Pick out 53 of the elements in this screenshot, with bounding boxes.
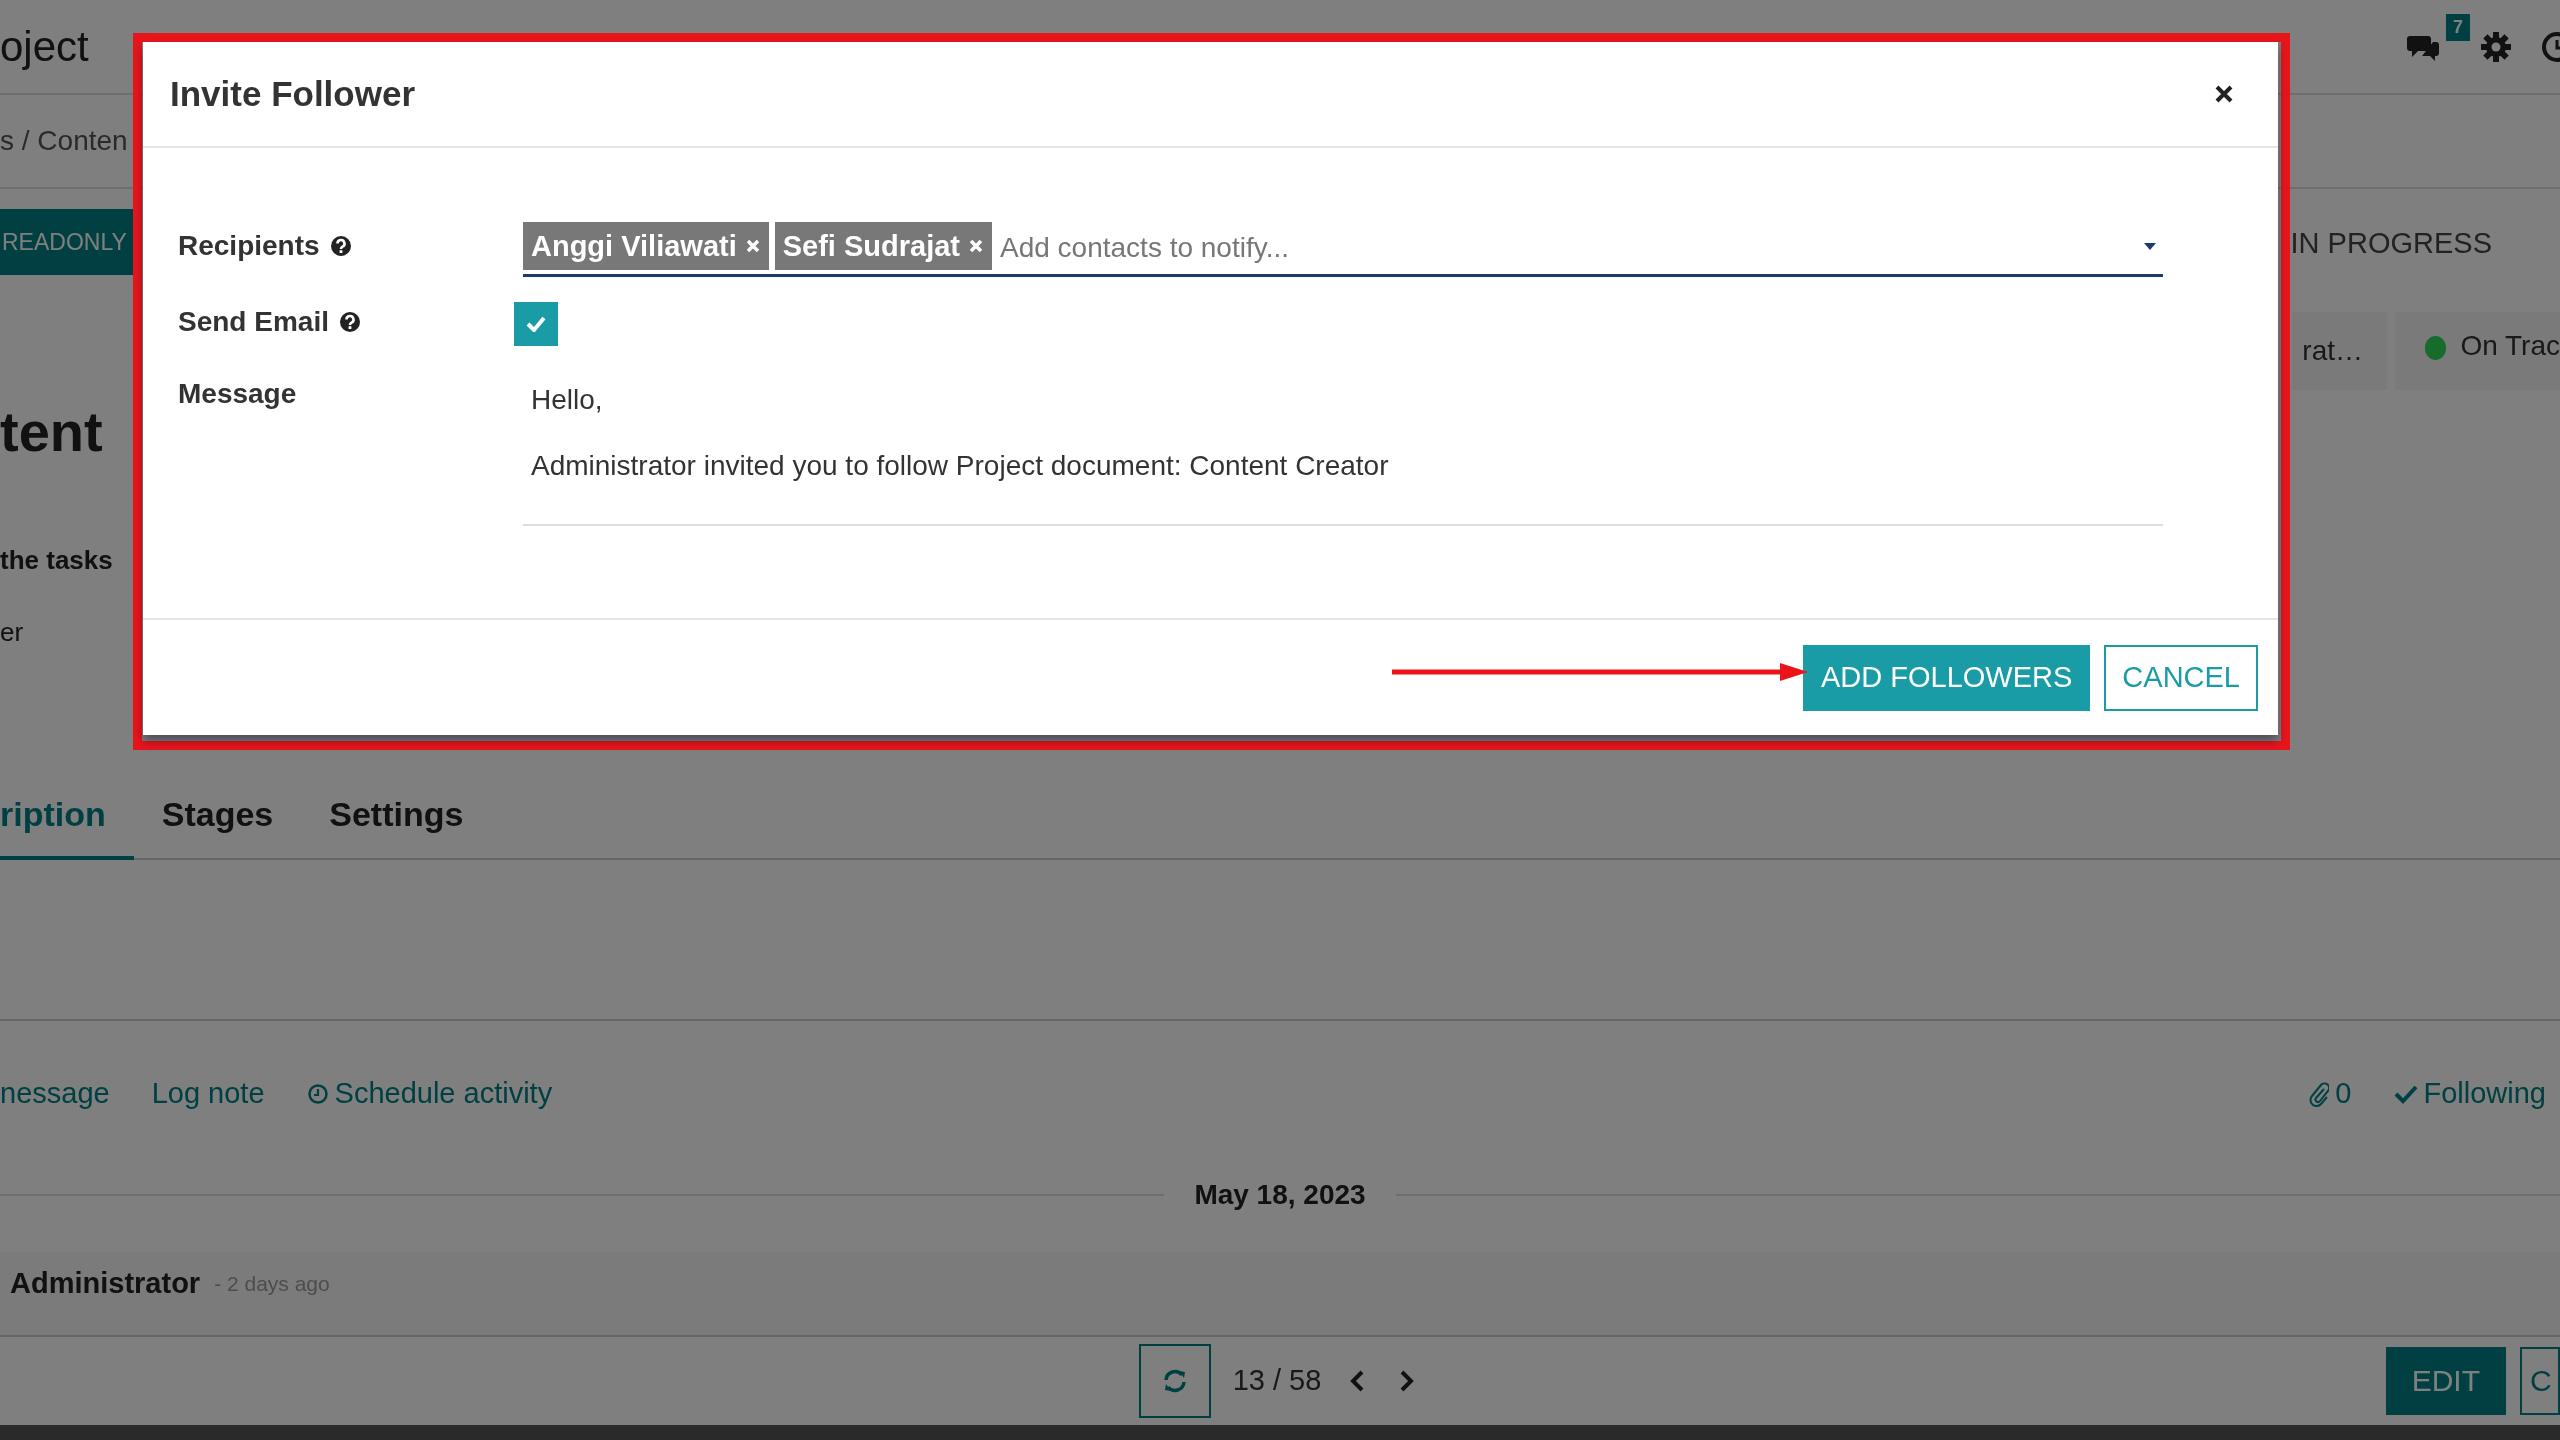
stat-button[interactable]: rat… [2292,312,2387,391]
message-author: Administrator [10,1267,201,1301]
stage-step[interactable]: IN PROGRESS [2290,227,2492,261]
breadcrumb[interactable]: s / Conten [0,125,128,157]
chatter-link[interactable]: Schedule activity [306,1077,553,1111]
cancel-button[interactable]: CANCEL [2104,644,2258,711]
chatter-link[interactable]: Log note [151,1077,265,1111]
message-paragraph: Administrator invited you to follow Project document: Content Creator [531,449,1390,483]
chatter-link[interactable]: nessage [0,1077,110,1111]
clock-icon [2540,29,2560,64]
message-paragraph: Hello, [531,383,604,417]
pager-value: 13 / 58 [1232,1364,1322,1398]
tag-label: Anggi Viliawati [531,229,737,263]
status-button[interactable]: On Trac [2395,312,2560,391]
field-label: er [0,616,24,650]
send-email-checkbox[interactable] [514,302,558,346]
settings-icon [2480,30,2512,63]
remove-icon [744,238,761,254]
chevron-right-icon [1399,1368,1416,1393]
field-label: Recipients [178,230,320,262]
remove-icon [968,238,984,254]
app-title: oject [0,22,89,71]
dropdown-icon [2143,241,2157,251]
clock-icon [306,1083,329,1105]
close-icon [2214,84,2234,104]
message-editor[interactable]: Hello, Administrator invited you to follow Project document: Content Creator [523,374,2163,526]
check-icon [526,316,546,332]
following-link[interactable]: Following [2393,1077,2546,1111]
form-button[interactable]: C [2520,1346,2560,1415]
dialog-title: Invite Follower [170,74,416,114]
paperclip-icon [2309,1081,2330,1107]
attachments-link[interactable]: 0 [2309,1077,2352,1111]
edit-button[interactable]: EDIT [2385,1346,2506,1415]
chevron-left-icon [1349,1368,1366,1393]
notification-badge: 7 [2446,13,2470,41]
tab[interactable]: Stages [133,794,302,860]
field-label: Send Email [178,306,329,338]
refresh-icon [1161,1367,1188,1394]
status-label: On Trac [2460,330,2560,363]
tab[interactable]: ription [0,794,134,860]
readonly-button[interactable]: READONLY [0,209,133,276]
field-label: the tasks [0,544,113,578]
add-contacts-input[interactable]: Add contacts to notify... [998,228,2137,264]
help-icon [338,311,361,333]
tag-label: Sefi Sudrajat [782,229,960,263]
help-icon [329,235,352,257]
tab[interactable]: Settings [301,794,492,860]
add-followers-button[interactable]: ADD FOLLOWERS [1802,644,2091,711]
refresh-button[interactable] [1138,1343,1211,1418]
record-title: tent [0,399,103,466]
date-separator: May 18, 2023 [1194,1178,1366,1211]
check-icon [2393,1084,2418,1104]
field-label: Message [178,378,297,410]
